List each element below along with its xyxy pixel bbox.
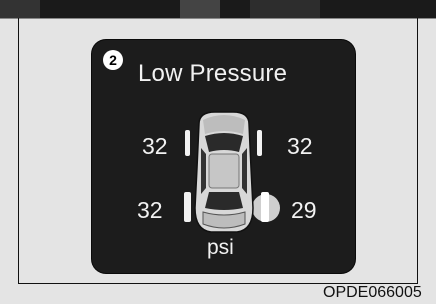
top-photo-strip: [0, 0, 436, 19]
front-left-pressure: 32: [142, 133, 168, 159]
rear-right-pressure: 29: [291, 197, 317, 223]
rear-left-pressure: 32: [137, 197, 163, 223]
car-windshield: [205, 133, 243, 152]
car-right-window: [242, 148, 247, 194]
car-rear-window: [205, 192, 243, 210]
rear-right-tire: [261, 192, 269, 222]
car-roof: [208, 153, 240, 189]
figure-code: OPDE066005: [323, 284, 422, 301]
front-left-tire: [185, 130, 190, 156]
pressure-unit: psi: [207, 236, 234, 259]
car-left-window: [201, 148, 206, 194]
indicator-number-badge: 2: [103, 50, 123, 70]
car-top-view-icon: [184, 111, 280, 233]
low-pressure-title: Low Pressure: [138, 60, 288, 87]
front-right-pressure: 32: [287, 133, 313, 159]
rear-left-tire: [184, 192, 191, 222]
front-right-tire: [257, 130, 262, 156]
